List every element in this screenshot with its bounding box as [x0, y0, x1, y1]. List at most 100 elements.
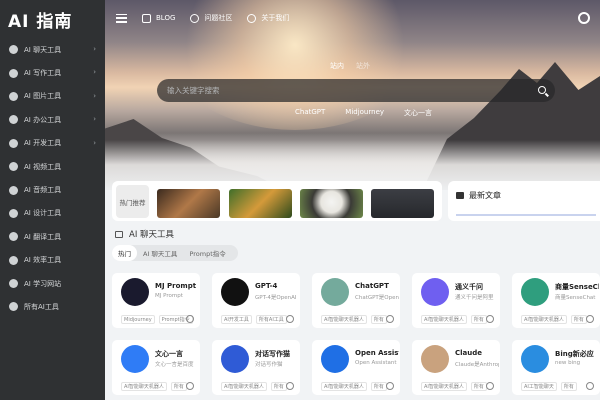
- tool-description: GPT-4是OpenAI: [255, 295, 297, 301]
- top-nav-bar: BLOG 问题社区 关于我们: [105, 0, 600, 36]
- filter-tab-hot[interactable]: 热门: [112, 245, 137, 261]
- tool-tag[interactable]: Midjourney: [121, 315, 155, 324]
- tool-tag[interactable]: AI智能聊天机器人: [321, 382, 367, 391]
- filter-tab-prompt[interactable]: Prompt指令: [183, 245, 231, 261]
- tool-card[interactable]: 文心一言 文心一言是百度 AI智能聊天机器人 所有: [112, 340, 200, 395]
- tool-tag[interactable]: AI开发工具: [221, 315, 252, 324]
- tool-card[interactable]: GPT-4 GPT-4是OpenAI AI开发工具 所有AI工具: [212, 273, 300, 328]
- sidebar-nav: AI 聊天工具 › AI 写作工具 › AI 图片工具 › AI 办公工具 › AI 开发工具 ›…: [0, 38, 105, 319]
- tool-tag[interactable]: 所有AI工具: [255, 315, 287, 324]
- sidebar-item[interactable]: AI 办公工具 ›: [0, 108, 105, 131]
- sidebar-item[interactable]: AI 写作工具 ›: [0, 61, 105, 84]
- design-icon: [9, 208, 18, 218]
- tool-tag[interactable]: AI智能聊天机器人: [121, 382, 167, 391]
- tool-description: 对话写作猫: [255, 362, 283, 368]
- efficiency-icon: [9, 255, 18, 265]
- tool-tag[interactable]: 所有: [370, 315, 387, 324]
- sidebar-item-label: AI 开发工具: [24, 139, 62, 148]
- tool-tags: AI智能聊天机器人 所有: [321, 382, 387, 391]
- pen-icon: [9, 68, 18, 78]
- tool-tag[interactable]: 所有: [470, 315, 487, 324]
- featured-thumb-3[interactable]: [300, 189, 363, 218]
- hot-recommend-button[interactable]: 热门推荐: [116, 185, 149, 218]
- tool-tag[interactable]: AI工智能聊天: [521, 382, 557, 391]
- sidebar-item[interactable]: AI 效率工具: [0, 249, 105, 272]
- nav-link-blog[interactable]: BLOG: [142, 13, 175, 23]
- tool-tags: AI智能聊天机器人 所有: [321, 315, 387, 324]
- tool-tags: AI智能聊天机器人 所有: [221, 382, 287, 391]
- search-icon[interactable]: [538, 86, 546, 94]
- sidebar-item[interactable]: 所有AI工具: [0, 295, 105, 318]
- sidebar-item[interactable]: AI 设计工具: [0, 202, 105, 225]
- tool-card[interactable]: Open Assistant Open Assistant AI智能聊天机器人所有: [312, 340, 400, 395]
- tool-tag[interactable]: AI智能聊天机器人: [221, 382, 267, 391]
- tool-tag[interactable]: AI智能聊天机器人: [421, 315, 467, 324]
- more-info-icon[interactable]: [186, 315, 194, 323]
- tool-tag[interactable]: AI智能聊天机器人: [321, 315, 367, 324]
- tool-tag[interactable]: 所有: [170, 382, 187, 391]
- tool-tag[interactable]: 所有: [270, 382, 287, 391]
- quick-link-wenxin[interactable]: 文心一言: [404, 108, 432, 118]
- tool-tag[interactable]: 所有: [370, 382, 387, 391]
- tool-card[interactable]: ChatGPT ChatGPT是OpenAI AI智能聊天机器人所有: [312, 273, 400, 328]
- section-icon: [115, 230, 123, 238]
- tool-tags: AI智能聊天机器人 所有: [421, 382, 487, 391]
- more-info-icon[interactable]: [186, 382, 194, 390]
- code-icon: [9, 138, 18, 148]
- tool-name: ChatGPT: [355, 282, 389, 290]
- search-tab-external[interactable]: 站外: [356, 61, 370, 71]
- quick-link-midjourney[interactable]: Midjourney: [345, 108, 384, 118]
- sidebar-item[interactable]: AI 音频工具: [0, 178, 105, 201]
- sidebar-item[interactable]: AI 学习网站: [0, 272, 105, 295]
- nav-link-community[interactable]: 问题社区: [190, 13, 232, 23]
- quick-links: ChatGPT Midjourney 文心一言: [295, 108, 432, 118]
- nav-link-about[interactable]: 关于我们: [247, 13, 289, 23]
- all-tools-icon: [9, 302, 18, 312]
- more-info-icon[interactable]: [586, 315, 594, 323]
- featured-thumb-1[interactable]: [157, 189, 220, 218]
- sidebar-item[interactable]: AI 图片工具 ›: [0, 85, 105, 108]
- tool-card[interactable]: Claude Claude是Anthropic AI智能聊天机器人所有: [412, 340, 500, 395]
- tool-description: new bing: [555, 360, 581, 366]
- sidebar-item[interactable]: AI 开发工具 ›: [0, 132, 105, 155]
- tool-card[interactable]: 对话写作猫 对话写作猫 AI智能聊天机器人 所有: [212, 340, 300, 395]
- tool-tag[interactable]: AI智能聊天机器人: [421, 382, 467, 391]
- chevron-right-icon: ›: [93, 45, 96, 53]
- tool-tag[interactable]: 所有: [470, 382, 487, 391]
- filter-tab-chat-tools[interactable]: AI 聊天工具: [137, 245, 183, 261]
- more-info-icon[interactable]: [286, 315, 294, 323]
- tool-name: 通义千问: [455, 283, 483, 291]
- more-info-icon[interactable]: [486, 315, 494, 323]
- tool-card[interactable]: 商量SenseChat 商量SenseChat AI智能聊天机器人所有: [512, 273, 600, 328]
- more-info-icon[interactable]: [586, 382, 594, 390]
- more-info-icon[interactable]: [386, 315, 394, 323]
- more-info-icon[interactable]: [486, 382, 494, 390]
- site-logo[interactable]: AI 指南: [0, 0, 105, 38]
- sidebar-item[interactable]: AI 翻译工具: [0, 225, 105, 248]
- featured-thumb-2[interactable]: [229, 189, 292, 218]
- tool-logo-icon: [421, 345, 449, 373]
- tool-tags: AI智能聊天机器人 所有: [521, 315, 587, 324]
- tool-description: Claude是Anthropic: [455, 362, 499, 368]
- tool-name: GPT-4: [255, 282, 278, 290]
- featured-thumb-4[interactable]: [371, 189, 434, 218]
- section-title: AI 聊天工具: [115, 228, 174, 240]
- more-info-icon[interactable]: [386, 382, 394, 390]
- tool-tag[interactable]: 所有: [570, 315, 587, 324]
- menu-icon[interactable]: [116, 13, 127, 23]
- search-input[interactable]: [167, 86, 517, 95]
- tool-tag[interactable]: AI智能聊天机器人: [521, 315, 567, 324]
- more-info-icon[interactable]: [286, 382, 294, 390]
- community-icon: [190, 13, 200, 23]
- tool-tag[interactable]: 所有: [560, 382, 577, 391]
- quick-link-chatgpt[interactable]: ChatGPT: [295, 108, 325, 118]
- theme-toggle-icon[interactable]: [578, 12, 590, 24]
- tool-card[interactable]: MJ Prompt MJ Prompt Midjourney Prompt指令: [112, 273, 200, 328]
- tool-name: 商量SenseChat: [555, 283, 599, 291]
- nav-link-about-label: 关于我们: [261, 14, 290, 22]
- search-tab-internal[interactable]: 站内: [330, 61, 344, 71]
- sidebar-item[interactable]: AI 视频工具: [0, 155, 105, 178]
- sidebar-item[interactable]: AI 聊天工具 ›: [0, 38, 105, 61]
- tool-card[interactable]: Bing新必应 new bing AI工智能聊天 所有: [512, 340, 600, 395]
- tool-card[interactable]: 通义千问 通义千问是阿里 AI智能聊天机器人 所有: [412, 273, 500, 328]
